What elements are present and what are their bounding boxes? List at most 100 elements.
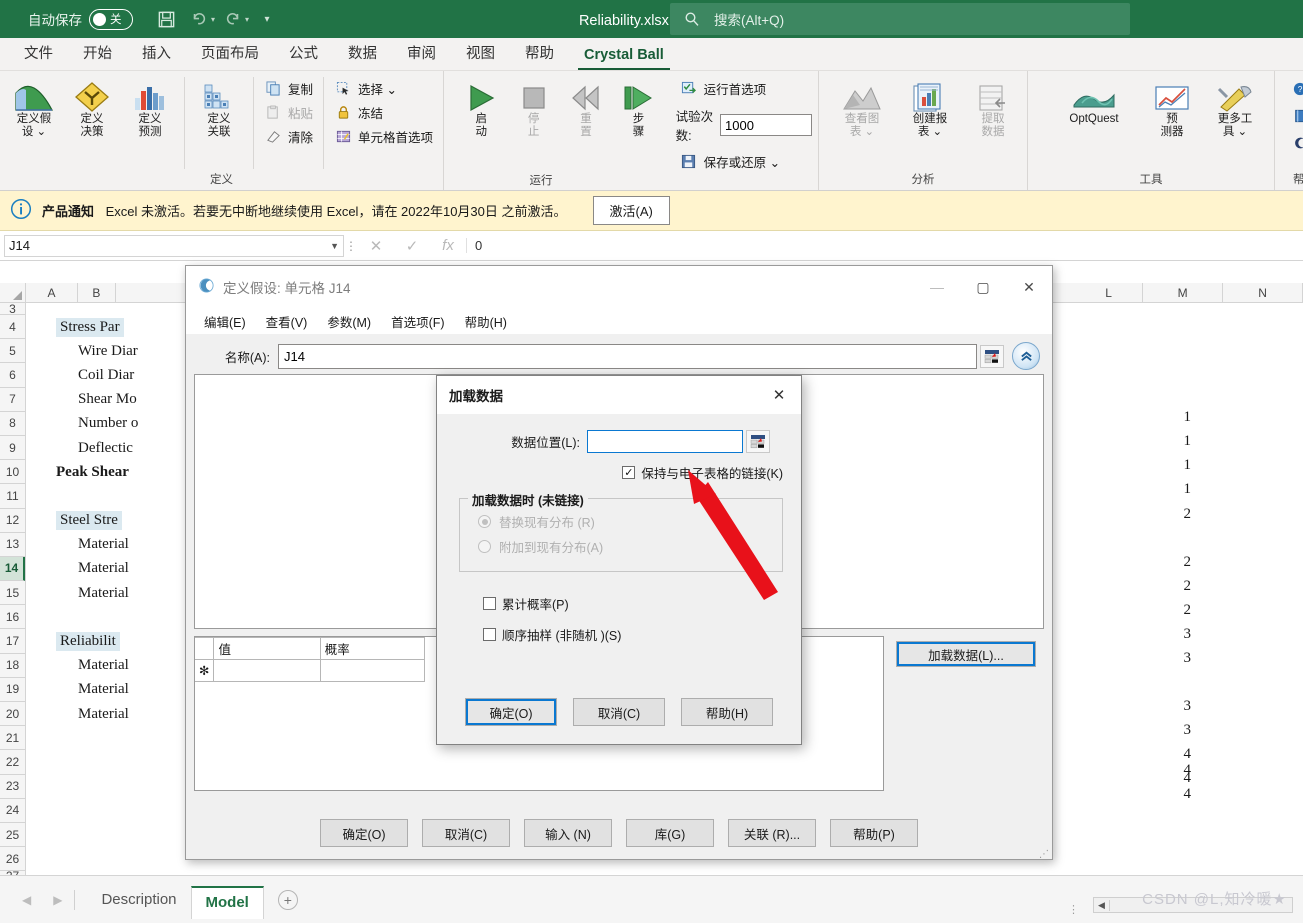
- activate-button[interactable]: 激活(A): [593, 196, 670, 225]
- row-header-11[interactable]: 11: [0, 484, 25, 508]
- tab-home[interactable]: 开始: [69, 38, 126, 70]
- tab-help[interactable]: 帮助: [511, 38, 568, 70]
- load-data-title-bar[interactable]: 加载数据 ✕: [437, 376, 801, 414]
- tab-file[interactable]: 文件: [10, 38, 67, 70]
- correlate-button[interactable]: 关联 (R)...: [728, 819, 816, 847]
- freeze-button[interactable]: 冻结: [330, 102, 437, 123]
- cell-M7[interactable]: 1: [1161, 409, 1191, 426]
- trials-input[interactable]: [720, 114, 812, 136]
- sheet-next-icon[interactable]: ▶: [53, 893, 62, 907]
- column-header-probability[interactable]: 概率: [320, 638, 424, 660]
- autosave-control[interactable]: 自动保存 关: [28, 9, 133, 30]
- redo-chevron-down-icon[interactable]: ▾: [245, 15, 249, 24]
- resize-grip[interactable]: ⋰: [1039, 853, 1049, 857]
- predictor-button[interactable]: 预 测器: [1144, 75, 1200, 139]
- ok-button[interactable]: 确定(O): [320, 819, 408, 847]
- cell-B7[interactable]: Shear Mo: [78, 391, 137, 408]
- create-report-button[interactable]: 创建报 表 ⌄: [897, 75, 963, 139]
- cell-M11[interactable]: 2: [1161, 506, 1191, 523]
- cell-M10[interactable]: 1: [1161, 481, 1191, 498]
- range-select-icon[interactable]: [746, 430, 770, 453]
- row-header-25[interactable]: 25: [0, 823, 25, 847]
- menu-edit[interactable]: 编辑(E): [194, 310, 256, 333]
- cell-M14[interactable]: 2: [1161, 578, 1191, 595]
- cell-B4[interactable]: Stress Par: [56, 318, 124, 337]
- row-header-8[interactable]: 8: [0, 412, 25, 436]
- cell-M20[interactable]: 3: [1161, 722, 1191, 739]
- undo-icon[interactable]: [184, 5, 214, 33]
- value-probability-table[interactable]: 值 概率 ✻: [195, 637, 425, 682]
- row-header-21[interactable]: 21: [0, 726, 25, 750]
- resources-button[interactable]: 资源 ⌄: [1287, 105, 1303, 126]
- maximize-icon[interactable]: ▢: [960, 266, 1006, 308]
- cell-M24[interactable]: 4: [1161, 786, 1191, 803]
- save-icon[interactable]: [151, 5, 181, 33]
- cell-M17[interactable]: 3: [1161, 650, 1191, 667]
- cumulative-prob-checkbox[interactable]: [483, 597, 496, 610]
- add-sheet-icon[interactable]: +: [278, 890, 298, 910]
- close-icon[interactable]: ✕: [1006, 266, 1052, 308]
- name-box[interactable]: J14 ▼: [4, 235, 344, 257]
- row-header-24[interactable]: 24: [0, 799, 25, 823]
- define-correlation-button[interactable]: 定义 关联: [191, 75, 247, 139]
- assumption-name-input[interactable]: [278, 344, 977, 369]
- cell-M15[interactable]: 2: [1161, 602, 1191, 619]
- keep-link-checkbox[interactable]: ✓: [622, 466, 635, 479]
- row-header-26[interactable]: 26: [0, 847, 25, 871]
- select-all-corner[interactable]: [0, 283, 26, 302]
- load-data-button[interactable]: 加载数据(L)...: [896, 641, 1036, 667]
- close-icon[interactable]: ✕: [757, 376, 801, 414]
- data-location-input[interactable]: [587, 430, 743, 453]
- cell-B6[interactable]: Coil Diar: [78, 367, 134, 384]
- autosave-toggle[interactable]: 关: [89, 9, 133, 30]
- cell-M21[interactable]: 4: [1161, 746, 1191, 763]
- chevron-up-icon[interactable]: [1012, 342, 1040, 370]
- clear-button[interactable]: 清除: [260, 126, 317, 147]
- select-button[interactable]: 选择 ⌄: [330, 78, 437, 99]
- insert-function-icon[interactable]: fx: [430, 237, 466, 254]
- column-header-B[interactable]: B: [78, 283, 116, 302]
- tab-crystal-ball[interactable]: Crystal Ball: [570, 43, 678, 70]
- ok-button[interactable]: 确定(O): [465, 698, 557, 726]
- row-header-6[interactable]: 6: [0, 363, 25, 387]
- tab-formulas[interactable]: 公式: [275, 38, 332, 70]
- row-header-3[interactable]: 3: [0, 303, 25, 315]
- define-forecast-button[interactable]: 定义 预测: [122, 75, 178, 139]
- row-header-15[interactable]: 15: [0, 581, 25, 605]
- undo-chevron-down-icon[interactable]: ▾: [211, 15, 215, 24]
- cell-B14[interactable]: Material: [78, 560, 129, 577]
- define-decision-button[interactable]: 定义 决策: [64, 75, 120, 139]
- sheet-tab-model[interactable]: Model: [191, 886, 264, 919]
- scroll-left-icon[interactable]: ◀: [1094, 900, 1110, 911]
- accept-icon[interactable]: ✓: [394, 237, 430, 255]
- sequential-sampling-row[interactable]: 顺序抽样 (非随机 )(S): [437, 613, 801, 644]
- more-tools-button[interactable]: 更多工 具 ⌄: [1202, 75, 1268, 139]
- define-assumption-button[interactable]: 定义假 设 ⌄: [6, 75, 62, 139]
- dialog-title-bar[interactable]: 定义假设: 单元格 J14 — ▢ ✕: [186, 266, 1052, 308]
- cell-value[interactable]: [214, 660, 320, 682]
- cancel-button[interactable]: 取消(C): [422, 819, 510, 847]
- row-header-4[interactable]: 4: [0, 315, 25, 339]
- sheet-tab-description[interactable]: Description: [87, 887, 190, 912]
- cell-preferences-button[interactable]: 单元格首选项: [330, 126, 437, 147]
- sheet-prev-icon[interactable]: ◀: [22, 893, 31, 907]
- customize-qat-icon[interactable]: ▾: [252, 5, 282, 33]
- row-header-18[interactable]: 18: [0, 654, 25, 678]
- cell-B20[interactable]: Material: [78, 706, 129, 723]
- column-header-M[interactable]: M: [1143, 283, 1223, 302]
- minimize-icon[interactable]: —: [914, 266, 960, 308]
- enter-button[interactable]: 输入 (N): [524, 819, 612, 847]
- cell-B17[interactable]: Reliabilit: [56, 632, 120, 651]
- cancel-icon[interactable]: ✕: [358, 237, 394, 255]
- cell-M9[interactable]: 1: [1161, 457, 1191, 474]
- cell-M16[interactable]: 3: [1161, 626, 1191, 643]
- row-header-14[interactable]: 14: [0, 557, 25, 581]
- help-button[interactable]: 帮助(H): [681, 698, 773, 726]
- row-header-22[interactable]: 22: [0, 750, 25, 774]
- menu-parameters[interactable]: 参数(M): [317, 310, 381, 333]
- cell-M13[interactable]: 2: [1161, 554, 1191, 571]
- formula-input[interactable]: 0: [466, 238, 1303, 253]
- cell-M19[interactable]: 3: [1161, 698, 1191, 715]
- row-header-16[interactable]: 16: [0, 605, 25, 629]
- search-input[interactable]: 搜索(Alt+Q): [670, 3, 1130, 35]
